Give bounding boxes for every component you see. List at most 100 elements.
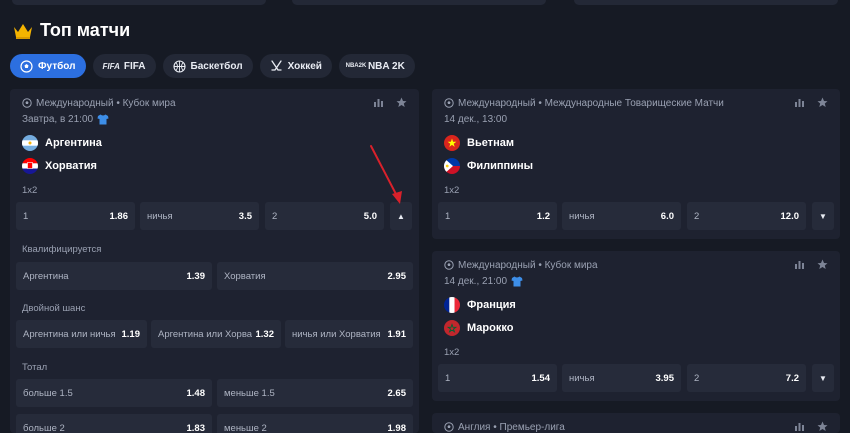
- odd-button-dc-1x[interactable]: Аргентина или ничья 1.19: [16, 320, 147, 348]
- odd-label: 1: [445, 210, 451, 222]
- odd-label: ничья или Хорватия: [292, 328, 381, 340]
- odd-label: 1: [445, 372, 451, 384]
- odd-label: больше 1.5: [23, 387, 73, 399]
- odd-button-total-over-2[interactable]: больше 2 1.83: [16, 414, 212, 433]
- tab-fifa[interactable]: FIFA FIFA: [92, 54, 156, 78]
- france-flag-icon: [444, 297, 460, 313]
- odd-value: 1.86: [109, 210, 129, 222]
- odd-button-qualify-away[interactable]: Хорватия 2.95: [217, 262, 413, 290]
- odd-button-away[interactable]: 2 12.0: [687, 202, 806, 230]
- market-title-1x2: 1x2: [444, 347, 460, 358]
- odd-value: 1.32: [255, 328, 275, 340]
- soccer-ball-icon: [22, 98, 32, 108]
- match-time: Завтра, в 21:00: [22, 114, 109, 125]
- nba2k-logo-text: 2K: [358, 63, 367, 69]
- soccer-ball-icon: [444, 98, 454, 108]
- team-name: Аргентина: [45, 137, 102, 149]
- match-league-header: Международный • Кубок мира: [444, 258, 828, 272]
- tab-basketball[interactable]: Баскетбол: [162, 54, 253, 78]
- team-home: Франция: [444, 297, 516, 313]
- tab-football[interactable]: Футбол: [10, 54, 86, 78]
- nba2k-logo-icon: NBA 2K: [345, 60, 367, 73]
- expand-markets-button[interactable]: ▼: [812, 364, 834, 392]
- tab-label: FIFA: [123, 60, 146, 72]
- odd-button-draw[interactable]: ничья 6.0: [562, 202, 681, 230]
- odd-button-dc-x2[interactable]: ничья или Хорватия 1.91: [285, 320, 413, 348]
- fifa-logo-icon: FIFA: [102, 61, 120, 71]
- nba2k-logo-text: NBA: [345, 63, 359, 69]
- odd-label: 2: [272, 210, 278, 222]
- match-time: 14 дек., 13:00: [444, 114, 507, 125]
- vietnam-flag-icon: [444, 135, 460, 151]
- hockey-sticks-icon: [270, 59, 283, 73]
- soccer-ball-icon: [20, 59, 33, 73]
- odd-value: 5.0: [363, 210, 377, 222]
- odd-label: Хорватия: [224, 270, 266, 282]
- tab-nba2k[interactable]: NBA 2K NBA 2K: [338, 54, 415, 78]
- league-name: Международный • Международные Товарищеск…: [458, 97, 724, 109]
- star-icon[interactable]: [817, 259, 828, 270]
- expand-markets-button[interactable]: ▼: [812, 202, 834, 230]
- odd-button-draw[interactable]: ничья 3.95: [562, 364, 681, 392]
- match-time: 14 дек., 21:00: [444, 276, 523, 287]
- odd-value: 7.2: [785, 372, 799, 384]
- team-home: Вьетнам: [444, 135, 514, 151]
- odd-value: 6.0: [660, 210, 674, 222]
- odd-button-home[interactable]: 1 1.86: [16, 202, 135, 230]
- odd-value: 3.95: [655, 372, 675, 384]
- match-time-text: Завтра, в 21:00: [22, 114, 94, 125]
- odd-button-total-under-2[interactable]: меньше 2 1.98: [217, 414, 413, 433]
- tshirt-icon: [97, 114, 109, 125]
- stats-icon[interactable]: [794, 97, 805, 108]
- top-strip: [0, 0, 850, 6]
- match-time-text: 14 дек., 21:00: [444, 276, 508, 287]
- odd-button-dc-12[interactable]: Аргентина или Хорватия1.32: [151, 320, 281, 348]
- odd-value: 1.48: [186, 387, 206, 399]
- odd-value: 12.0: [780, 210, 800, 222]
- morocco-flag-icon: [444, 320, 460, 336]
- market-title-1x2: 1x2: [444, 185, 460, 196]
- tab-label: Футбол: [38, 60, 76, 72]
- odd-label: ничья: [147, 210, 173, 222]
- odd-button-total-over-1-5[interactable]: больше 1.5 1.48: [16, 379, 212, 407]
- market-title-double-chance: Двойной шанс: [22, 303, 86, 314]
- sport-tabs: Футбол FIFA FIFA Баскетбол Хоккей NBA 2K …: [10, 54, 422, 78]
- odd-value: 2.95: [387, 270, 407, 282]
- odd-label: 2: [694, 210, 700, 222]
- odd-button-total-under-1-5[interactable]: меньше 1.5 2.65: [217, 379, 413, 407]
- soccer-ball-icon: [444, 260, 454, 270]
- match-card-france-morocco: Международный • Кубок мира 14 дек., 21:0…: [432, 251, 840, 401]
- odd-button-away[interactable]: 2 7.2: [687, 364, 806, 392]
- market-title-qualify: Квалифицируется: [22, 244, 102, 255]
- match-time-text: 14 дек., 13:00: [444, 114, 508, 125]
- star-icon[interactable]: [817, 421, 828, 432]
- odd-label: 2: [694, 372, 700, 384]
- star-icon[interactable]: [817, 97, 828, 108]
- team-name: Филиппины: [467, 160, 533, 172]
- market-title-total: Тотал: [22, 362, 48, 373]
- team-name: Хорватия: [45, 160, 97, 172]
- team-name: Марокко: [467, 322, 514, 334]
- odd-value: 1.54: [531, 372, 551, 384]
- stats-icon[interactable]: [794, 259, 805, 270]
- odd-label: Аргентина или ничья: [23, 328, 116, 340]
- team-name: Франция: [467, 299, 516, 311]
- star-icon[interactable]: [396, 97, 407, 108]
- odd-value: 1.83: [186, 422, 206, 433]
- stats-icon[interactable]: [373, 97, 384, 108]
- odd-label: Аргентина или Хорватия: [158, 328, 252, 340]
- page-title: Топ матчи: [40, 20, 131, 40]
- odd-button-qualify-home[interactable]: Аргентина 1.39: [16, 262, 212, 290]
- chevron-down-icon: ▼: [819, 211, 827, 221]
- market-title-1x2: 1x2: [22, 185, 38, 196]
- odd-label: меньше 1.5: [224, 387, 275, 399]
- croatia-flag-icon: [22, 158, 38, 174]
- odd-value: 1.2: [536, 210, 550, 222]
- tab-hockey[interactable]: Хоккей: [259, 54, 332, 78]
- odd-button-draw[interactable]: ничья 3.5: [140, 202, 259, 230]
- odd-button-home[interactable]: 1 1.2: [438, 202, 557, 230]
- stats-icon[interactable]: [794, 421, 805, 432]
- crown-icon: [14, 23, 32, 39]
- odd-button-home[interactable]: 1 1.54: [438, 364, 557, 392]
- league-name: Международный • Кубок мира: [458, 259, 598, 271]
